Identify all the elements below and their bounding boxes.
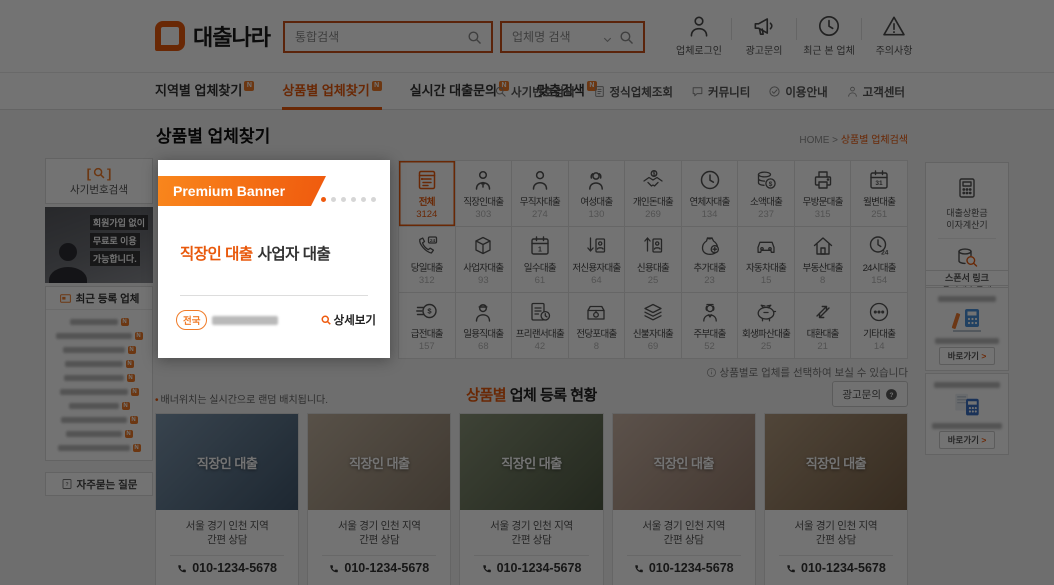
pagination-dot[interactable]	[351, 197, 356, 202]
pagination-dot[interactable]	[341, 197, 346, 202]
banner-pagination-dots	[321, 197, 376, 202]
page: 대출나라 업체로그인 광고문의 최근 본 업체 주의사항 지역별 업체찾기N상품…	[0, 0, 1054, 585]
pagination-dot[interactable]	[371, 197, 376, 202]
search-icon	[320, 314, 332, 326]
masked-company-name	[212, 316, 278, 325]
banner-title: 직장인 대출사업자 대출	[180, 242, 330, 264]
premium-banner[interactable]: Premium Banner 직장인 대출사업자 대출 전국 상세보기	[158, 160, 390, 358]
pagination-dot[interactable]	[321, 197, 326, 202]
pagination-dot[interactable]	[331, 197, 336, 202]
divider	[180, 295, 368, 296]
detail-link[interactable]: 상세보기	[320, 312, 376, 328]
region-badge: 전국	[176, 310, 207, 330]
banner-footer: 전국 상세보기	[176, 308, 376, 332]
pagination-dot[interactable]	[361, 197, 366, 202]
premium-banner-ribbon: Premium Banner	[158, 176, 326, 206]
